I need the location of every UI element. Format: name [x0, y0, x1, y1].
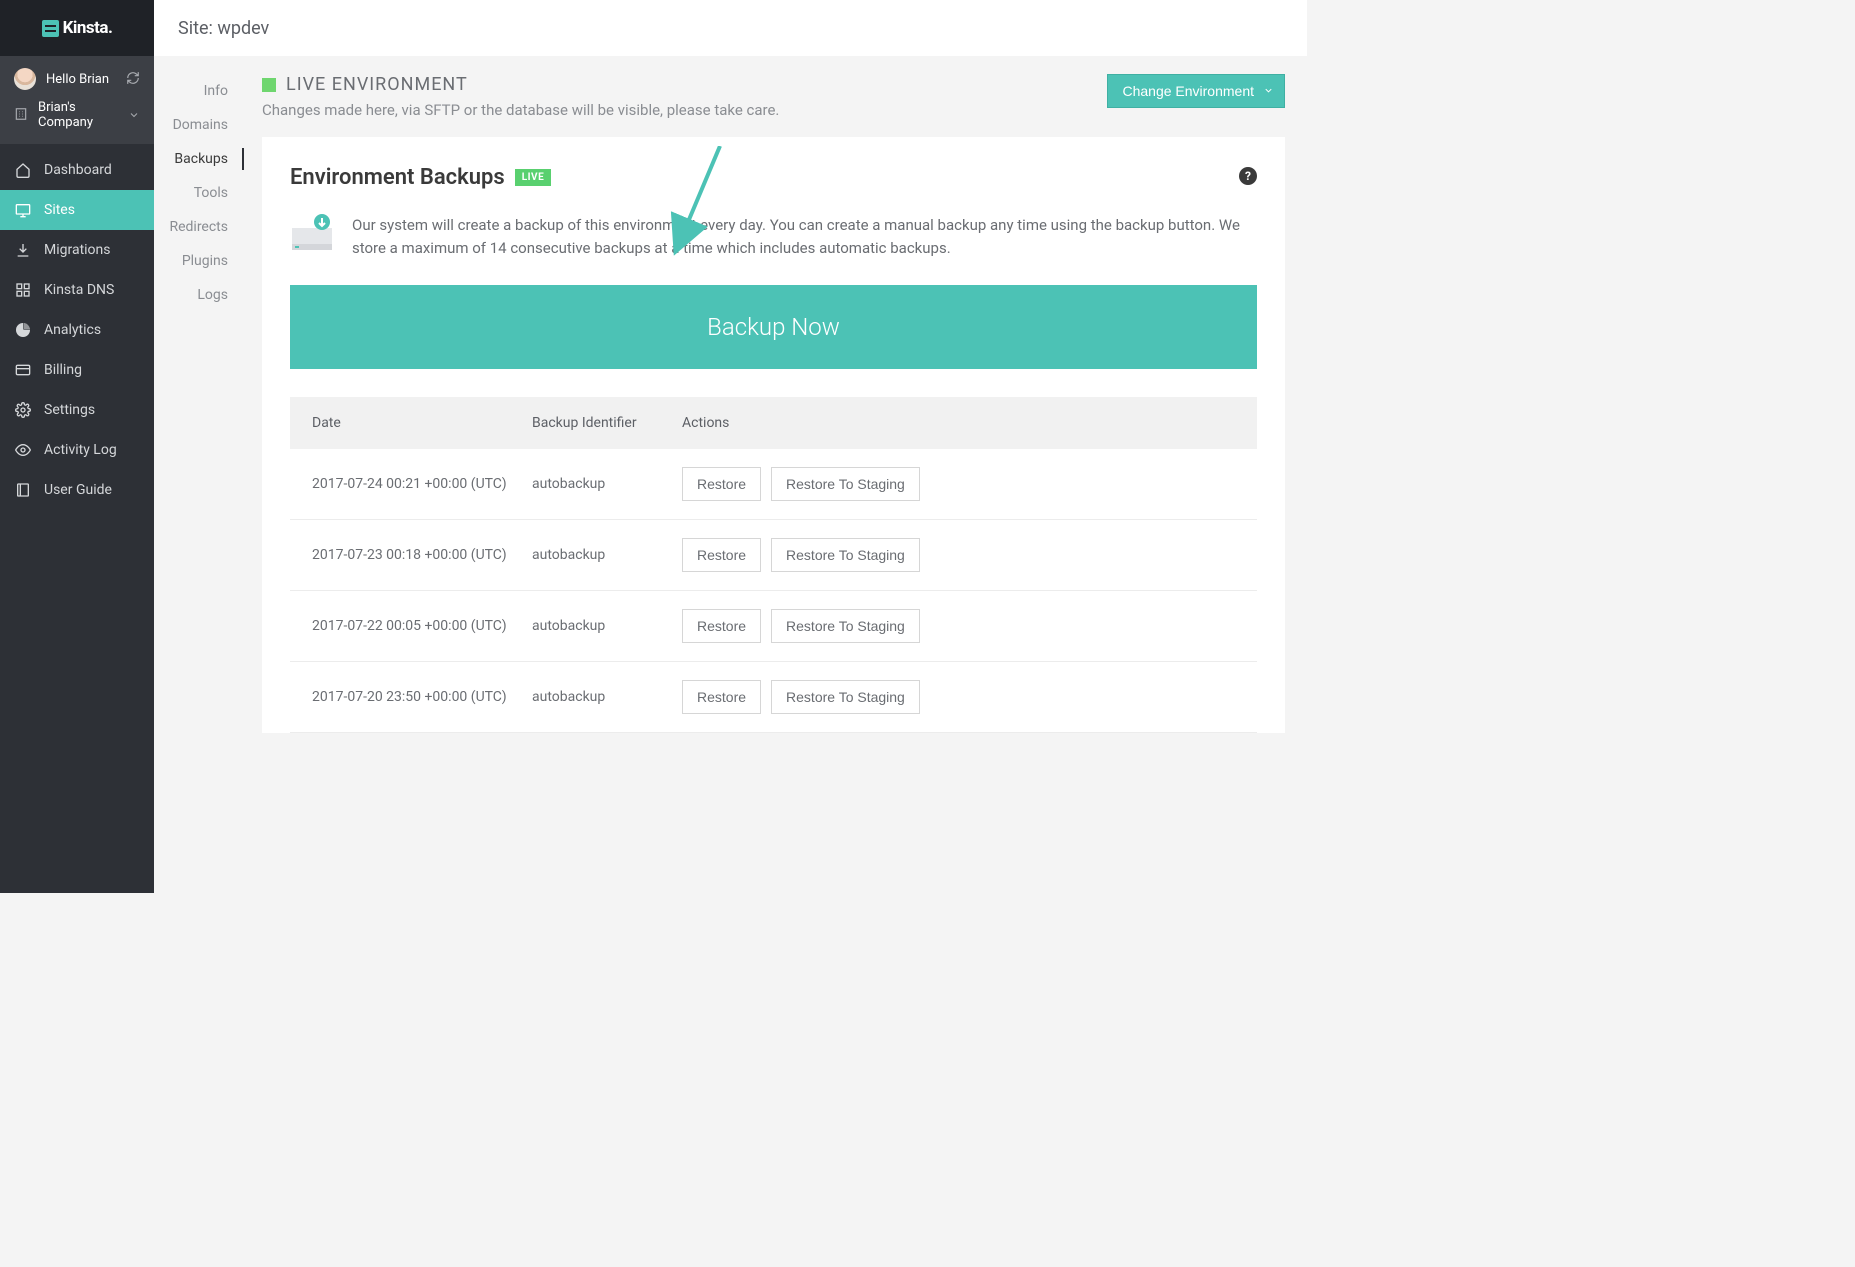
change-environment-button[interactable]: Change Environment: [1107, 74, 1285, 108]
restore-button[interactable]: Restore: [682, 467, 761, 501]
table-header: Date Backup Identifier Actions: [290, 397, 1257, 449]
subnav-plugins[interactable]: Plugins: [154, 244, 244, 278]
eye-icon: [14, 442, 32, 458]
live-indicator-icon: [262, 78, 276, 92]
chevron-down-icon: [1263, 83, 1274, 99]
nav-kinsta-dns[interactable]: Kinsta DNS: [0, 270, 154, 310]
nav-label: Settings: [44, 402, 95, 418]
subnav-info[interactable]: Info: [154, 74, 244, 108]
topbar: Site: wpdev: [154, 0, 1307, 56]
cell-date: 2017-07-20 23:50 +00:00 (UTC): [312, 689, 532, 705]
download-icon: [14, 242, 32, 258]
cell-actions: Restore Restore To Staging: [682, 538, 1235, 572]
env-title: LIVE ENVIRONMENT: [286, 74, 468, 95]
cell-actions: Restore Restore To Staging: [682, 609, 1235, 643]
backups-card: Environment Backups LIVE ?: [262, 137, 1285, 733]
credit-card-icon: [14, 362, 32, 378]
user-block: Hello Brian Brian's Company: [0, 56, 154, 144]
nav-activity-log[interactable]: Activity Log: [0, 430, 154, 470]
nav-label: Migrations: [44, 242, 111, 258]
restore-button[interactable]: Restore: [682, 609, 761, 643]
table-row: 2017-07-23 00:18 +00:00 (UTC)autobackupR…: [290, 520, 1257, 591]
cell-ident: autobackup: [532, 476, 682, 492]
nav-migrations[interactable]: Migrations: [0, 230, 154, 270]
building-icon: [14, 106, 28, 125]
nav-dashboard[interactable]: Dashboard: [0, 150, 154, 190]
chevron-down-icon: [128, 106, 140, 125]
page-title: Site: wpdev: [178, 18, 269, 39]
backups-table: Date Backup Identifier Actions 2017-07-2…: [290, 397, 1257, 733]
nav-label: Kinsta DNS: [44, 282, 114, 298]
subnav-backups[interactable]: Backups: [154, 142, 244, 176]
monitor-icon: [14, 202, 32, 218]
card-title: Environment Backups: [290, 165, 505, 190]
env-description: Changes made here, via SFTP or the datab…: [262, 101, 779, 119]
home-icon: [14, 162, 32, 178]
cell-date: 2017-07-23 00:18 +00:00 (UTC): [312, 547, 532, 563]
cell-actions: Restore Restore To Staging: [682, 680, 1235, 714]
restore-staging-button[interactable]: Restore To Staging: [771, 467, 920, 501]
live-badge: LIVE: [515, 169, 552, 186]
nav-settings[interactable]: Settings: [0, 390, 154, 430]
col-date: Date: [312, 415, 532, 431]
table-row: 2017-07-20 23:50 +00:00 (UTC)autobackupR…: [290, 662, 1257, 733]
nav-user-guide[interactable]: User Guide: [0, 470, 154, 510]
table-row: 2017-07-22 00:05 +00:00 (UTC)autobackupR…: [290, 591, 1257, 662]
change-env-label: Change Environment: [1122, 83, 1254, 99]
cell-ident: autobackup: [532, 689, 682, 705]
nav-sites[interactable]: Sites: [0, 190, 154, 230]
cell-date: 2017-07-24 00:21 +00:00 (UTC): [312, 476, 532, 492]
logo-text: Kinsta.: [63, 18, 113, 38]
cell-actions: Restore Restore To Staging: [682, 467, 1235, 501]
company-selector[interactable]: Brian's Company: [14, 100, 140, 130]
nav-label: User Guide: [44, 482, 112, 498]
col-ident: Backup Identifier: [532, 415, 682, 431]
subnav-logs[interactable]: Logs: [154, 278, 244, 312]
nav-label: Billing: [44, 362, 82, 378]
subnav-redirects[interactable]: Redirects: [154, 210, 244, 244]
cell-ident: autobackup: [532, 618, 682, 634]
book-icon: [14, 482, 32, 498]
restore-staging-button[interactable]: Restore To Staging: [771, 609, 920, 643]
restore-staging-button[interactable]: Restore To Staging: [771, 538, 920, 572]
nav-analytics[interactable]: Analytics: [0, 310, 154, 350]
logo-icon: [42, 20, 59, 37]
sidebar: Kinsta. Hello Brian Brian's Company: [0, 0, 154, 893]
refresh-icon[interactable]: [126, 70, 140, 89]
backup-illustration-icon: [290, 214, 334, 258]
pie-chart-icon: [14, 322, 32, 338]
nav-label: Activity Log: [44, 442, 117, 458]
nav-billing[interactable]: Billing: [0, 350, 154, 390]
restore-button[interactable]: Restore: [682, 538, 761, 572]
help-icon[interactable]: ?: [1239, 167, 1257, 185]
logo[interactable]: Kinsta.: [0, 0, 154, 56]
subnav: Info Domains Backups Tools Redirects Plu…: [154, 56, 244, 893]
main-nav: Dashboard Sites Migrations Kinsta DNS An…: [0, 144, 154, 510]
info-text: Our system will create a backup of this …: [352, 214, 1257, 261]
avatar[interactable]: [14, 68, 36, 90]
subnav-domains[interactable]: Domains: [154, 108, 244, 142]
gear-icon: [14, 402, 32, 418]
user-greeting: Hello Brian: [46, 72, 116, 87]
cell-date: 2017-07-22 00:05 +00:00 (UTC): [312, 618, 532, 634]
nav-label: Sites: [44, 202, 75, 218]
restore-button[interactable]: Restore: [682, 680, 761, 714]
restore-staging-button[interactable]: Restore To Staging: [771, 680, 920, 714]
cell-ident: autobackup: [532, 547, 682, 563]
company-name: Brian's Company: [38, 100, 118, 130]
col-actions: Actions: [682, 415, 1235, 431]
main-panel: LIVE ENVIRONMENT Changes made here, via …: [244, 56, 1307, 893]
nav-label: Dashboard: [44, 162, 112, 178]
table-row: 2017-07-24 00:21 +00:00 (UTC)autobackupR…: [290, 449, 1257, 520]
subnav-tools[interactable]: Tools: [154, 176, 244, 210]
nav-label: Analytics: [44, 322, 101, 338]
grid-icon: [14, 282, 32, 298]
backup-now-button[interactable]: Backup Now: [290, 285, 1257, 369]
